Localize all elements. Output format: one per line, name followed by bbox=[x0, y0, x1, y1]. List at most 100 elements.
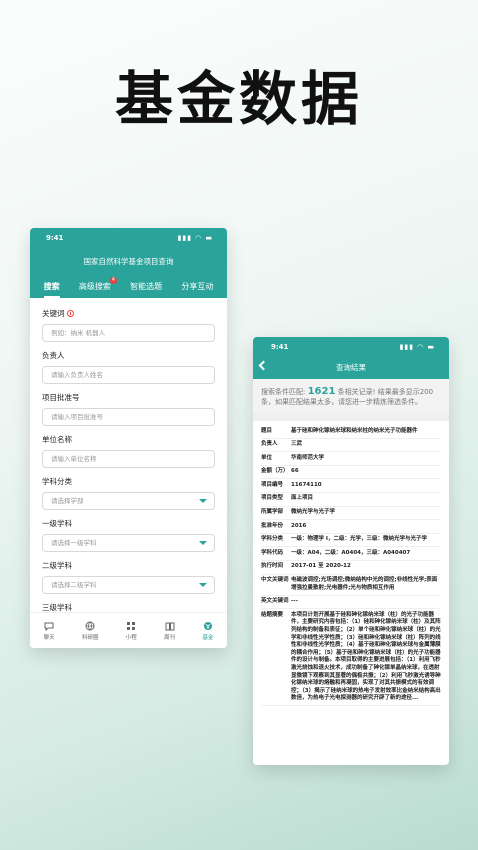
row-value: 一级：物理学 I，二级：光学，三级：微纳光学与光子学 bbox=[291, 536, 427, 543]
row-key: 项目编号 bbox=[261, 481, 284, 488]
detail-row-amount: 金额（万） 66 bbox=[261, 466, 441, 480]
status-time: 9:41 bbox=[271, 343, 289, 351]
tab-smart-topic[interactable]: 智能选题 bbox=[130, 281, 162, 298]
tabbar-research-label: 科研圈 bbox=[81, 634, 99, 641]
row-value: 一级：A04，二级：A0404，三级：A040407 bbox=[291, 549, 411, 556]
fund-icon bbox=[203, 621, 212, 630]
approval-input[interactable]: 请输入项目批准号 bbox=[42, 408, 215, 426]
book-icon bbox=[165, 622, 175, 630]
detail-row-department: 所属学部 微纳光学与光子学 bbox=[261, 507, 441, 521]
detail-row-year: 批准年份 2016 bbox=[261, 520, 441, 534]
row-key: 结题摘要 bbox=[261, 611, 284, 618]
dept-label: 学科分类 bbox=[42, 477, 72, 486]
row-value: 三武 bbox=[291, 441, 303, 448]
detail-row-cn-keywords: 中文关键词 电磁波调控;光场调控;微纳结构中光的调控;非线性光学;表面增强拉曼散射… bbox=[261, 575, 441, 596]
summary-prefix: 搜索条件匹配: bbox=[261, 388, 306, 396]
detail-row-project-type: 项目类型 面上项目 bbox=[261, 493, 441, 507]
row-key: 中文关键词 bbox=[261, 577, 289, 584]
tab-search[interactable]: 搜索 bbox=[43, 281, 60, 298]
lvl2-label: 二级学科 bbox=[42, 561, 72, 570]
tabbar-fund[interactable]: 基金 bbox=[202, 621, 213, 641]
status-bar: 9:41 ▮▮▮ ◠ ▬ bbox=[30, 228, 227, 242]
signal-wifi-battery-icon: ▮▮▮ ◠ ▬ bbox=[177, 234, 213, 242]
dropdown-arrow-icon bbox=[199, 541, 207, 545]
row-key: 负责人 bbox=[261, 441, 278, 448]
detail-row-unit: 单位 华南师范大学 bbox=[261, 452, 441, 466]
tabbar-chat[interactable]: 聊天 bbox=[44, 621, 55, 641]
result-phone-screen: 9:41 ▮▮▮ ◠ ▬ 查询结果 搜索条件匹配: 1621 条相关记录! 结果… bbox=[253, 337, 449, 765]
row-key: 题目 bbox=[261, 427, 273, 434]
tabbar-weekly-label: 周刊 bbox=[164, 634, 176, 641]
keyword-label: 关键词 bbox=[42, 308, 215, 319]
search-header: 9:41 ▮▮▮ ◠ ▬ 国家自然科学基金项目查询 搜索 高级搜索 4 智能选题 … bbox=[30, 228, 227, 298]
approval-label: 项目批准号 bbox=[42, 393, 80, 402]
tab-smart-label: 智能选题 bbox=[130, 282, 163, 291]
search-phone-screen: 9:41 ▮▮▮ ◠ ▬ 国家自然科学基金项目查询 搜索 高级搜索 4 智能选题 … bbox=[30, 228, 227, 648]
lvl1-select[interactable]: 请选择一级学科 bbox=[42, 534, 215, 552]
detail-row-leader: 负责人 三武 bbox=[261, 439, 441, 453]
detail-row-subject: 学科分类 一级：物理学 I，二级：光学，三级：微纳光学与光子学 bbox=[261, 534, 441, 548]
row-value: 面上项目 bbox=[291, 495, 314, 502]
row-key: 批准年份 bbox=[261, 522, 284, 529]
apps-icon bbox=[127, 621, 136, 630]
detail-row-abstract: 结题摘要 本项目计划开展基于硅和砷化镓纳米球（柱）的光子功能器件，主要研究内容包括… bbox=[261, 609, 441, 707]
lvl2-select[interactable]: 请选择二级学科 bbox=[42, 576, 215, 594]
row-value: 2016 bbox=[291, 522, 307, 529]
row-key: 金额（万） bbox=[261, 468, 289, 475]
tabbar-weekly[interactable]: 周刊 bbox=[164, 621, 175, 641]
required-icon bbox=[66, 310, 74, 317]
tabbar-research[interactable]: 科研圈 bbox=[81, 621, 99, 641]
signal-wifi-battery-icon: ▮▮▮ ◠ ▬ bbox=[399, 343, 435, 351]
dept-select-value: 请选择学部 bbox=[51, 497, 84, 505]
dropdown-arrow-icon bbox=[199, 583, 207, 587]
tabbar-apps-label: 小程 bbox=[125, 634, 137, 641]
row-key: 执行时间 bbox=[261, 563, 284, 570]
unit-input[interactable]: 请输入单位名称 bbox=[42, 450, 215, 468]
detail-row-project-no: 项目编号 11674110 bbox=[261, 479, 441, 493]
row-value: 电磁波调控;光场调控;微纳结构中光的调控;非线性光学;表面增强拉曼散射;光电器件… bbox=[291, 577, 438, 591]
row-key: 英文关键词 bbox=[261, 598, 289, 605]
detail-row-title: 题目 基于硅和砷化镓纳米球和纳米柱的纳米光子功能器件 bbox=[261, 425, 441, 439]
row-value: 2017-01 至 2020-12 bbox=[291, 563, 351, 570]
dept-select[interactable]: 请选择学部 bbox=[42, 492, 215, 510]
row-key: 项目类型 bbox=[261, 495, 284, 502]
bottom-tabbar: 聊天 科研圈 小程 周刊 基金 bbox=[30, 612, 227, 648]
dropdown-arrow-icon bbox=[199, 499, 207, 503]
row-key: 所属学部 bbox=[261, 509, 284, 516]
leader-input[interactable]: 请输入负责人姓名 bbox=[42, 366, 215, 384]
row-value: 基于硅和砷化镓纳米球和纳米柱的纳米光子功能器件 bbox=[291, 427, 418, 434]
row-key: 学科代码 bbox=[261, 549, 284, 556]
tab-share[interactable]: 分享互动 bbox=[181, 281, 213, 298]
row-key: 学科分类 bbox=[261, 536, 284, 543]
lvl2-select-value: 请选择二级学科 bbox=[51, 581, 97, 589]
result-count: 1621 bbox=[307, 386, 336, 397]
tabbar-apps[interactable]: 小程 bbox=[126, 621, 137, 641]
result-summary: 搜索条件匹配: 1621 条相关记录! 结果最多显示200条，如果匹配结果太多，… bbox=[253, 379, 449, 413]
leader-label: 负责人 bbox=[42, 351, 65, 360]
page-title: 国家自然科学基金项目查询 bbox=[83, 257, 174, 266]
row-value: 66 bbox=[291, 468, 299, 475]
row-value: --- bbox=[291, 598, 298, 605]
status-bar: 9:41 ▮▮▮ ◠ ▬ bbox=[253, 337, 449, 351]
lvl1-label: 一级学科 bbox=[42, 519, 72, 528]
hero-title: 基金数据 bbox=[114, 65, 363, 133]
notification-badge: 4 bbox=[109, 277, 117, 284]
result-detail[interactable]: 题目 基于硅和砷化镓纳米球和纳米柱的纳米光子功能器件 负责人 三武 单位 华南师范大学… bbox=[253, 421, 449, 710]
row-value: 本项目计划开展基于硅和砷化镓纳米球（柱）的光子功能器件，主要研究内容包括：（1）… bbox=[291, 611, 441, 702]
row-value: 11674110 bbox=[291, 481, 322, 488]
tab-share-label: 分享互动 bbox=[181, 282, 214, 291]
search-form: 关键词 例如：纳米 机器人 负责人 请输入负责人姓名 项目批准号 请输入项目批准… bbox=[30, 298, 227, 613]
tabbar-chat-label: 聊天 bbox=[43, 634, 55, 641]
tab-search-label: 搜索 bbox=[43, 282, 60, 291]
chat-icon bbox=[44, 622, 54, 631]
tabbar-fund-label: 基金 bbox=[202, 634, 214, 641]
tab-advanced-search[interactable]: 高级搜索 4 bbox=[79, 277, 117, 298]
keyword-input[interactable]: 例如：纳米 机器人 bbox=[42, 324, 215, 342]
detail-row-en-keywords: 英文关键词 --- bbox=[261, 596, 441, 610]
tab-bar: 搜索 高级搜索 4 智能选题 分享互动 bbox=[30, 277, 227, 298]
row-key: 单位 bbox=[261, 454, 273, 461]
lvl1-select-value: 请选择一级学科 bbox=[51, 539, 97, 547]
detail-row-subject-code: 学科代码 一级：A04，二级：A0404，三级：A040407 bbox=[261, 547, 441, 561]
row-value: 华南师范大学 bbox=[291, 454, 325, 461]
page-title: 查询结果 bbox=[336, 363, 366, 372]
